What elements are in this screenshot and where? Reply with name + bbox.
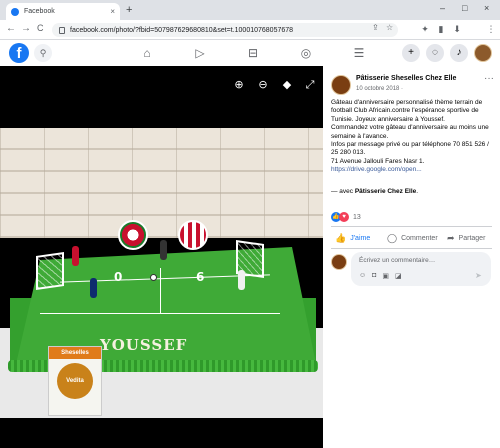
thumbs-up-icon: 👍 [335,232,347,243]
home-icon[interactable]: ⌂ [139,46,155,60]
share-arrow-icon: ➦ [447,232,455,243]
browser-menu-icon[interactable]: ⋮ [486,24,496,34]
reload-button[interactable]: C [37,23,44,33]
more-options-icon[interactable]: ··· [484,73,494,84]
left-goal [36,252,64,290]
comment-placeholder: Écrivez un commentaire… [359,257,436,264]
camera-icon[interactable]: ◘ [372,272,376,280]
side-panel-icon[interactable]: ▮ [436,24,446,34]
facebook-favicon-icon [11,7,19,16]
share-icon[interactable]: ⇪ [372,23,379,32]
page-avatar[interactable] [331,75,351,95]
score-right: 6 [196,270,205,284]
emoji-icon[interactable]: ☺ [359,272,366,280]
groups-icon[interactable]: ◎ [298,46,314,60]
search-icon[interactable]: ⚲ [34,44,52,62]
create-icon[interactable]: + [402,44,420,62]
sticker-icon[interactable]: ◪ [395,272,402,280]
with-tag: — avec Pâtisserie Chez Elle. [331,188,419,195]
gif-icon[interactable]: ▣ [382,272,389,280]
menu-icon[interactable]: ☰ [351,46,367,60]
description-line: Commandez votre gâteau d'anniversaire au… [331,124,489,140]
share-button[interactable]: ➦ Partager [447,232,485,244]
facebook-logo[interactable]: f [9,43,29,63]
zoom-in-icon[interactable]: ⊕ [232,78,246,92]
post-description: Gâteau d'anniversaire personnalisé thème… [331,99,496,175]
flour-package: Sheselles Vedita [48,346,102,416]
comment-button[interactable]: ◯ Commenter [387,232,438,244]
messenger-icon[interactable]: ◌ [426,44,444,62]
marketplace-icon[interactable]: ⊟ [245,46,261,60]
score-left: 0 [114,270,123,284]
tab-title: Facebook [24,8,55,15]
commenter-avatar [331,254,347,270]
tagged-page-link[interactable]: Pâtisserie Chez Elle [355,188,416,195]
lock-icon [59,26,65,34]
forward-button[interactable]: → [21,23,31,34]
player-figure [72,246,79,266]
description-line: 71 Avenue Jallouli Fares Nasr 1. [331,157,425,165]
flour-brand-badge: Vedita [57,363,93,399]
page-name-link[interactable]: Pâtisserie Sheselles Chez Elle [356,75,456,82]
back-button[interactable]: ← [6,23,16,34]
reaction-count: 13 [353,213,361,221]
notifications-icon[interactable]: ♪ [450,44,468,62]
player-figure [160,240,167,260]
zoom-out-icon[interactable]: ⊖ [256,78,270,92]
send-icon[interactable]: ➤ [475,271,482,280]
comment-input[interactable]: Écrivez un commentaire… ☺ ◘ ▣ ◪ ➤ [351,252,491,286]
description-line: Infos par message privé ou par téléphone… [331,141,489,157]
reactions-summary[interactable]: 👍 ♥ 13 [331,212,361,222]
account-avatar[interactable] [474,44,492,62]
post-date[interactable]: 10 octobre 2018 · [356,86,403,92]
divider [331,248,492,249]
tag-icon[interactable]: ◆ [280,78,294,92]
player-figure [90,278,97,298]
club-emblem-right [178,220,208,250]
player-figure [238,270,245,290]
facebook-header: f ⚲ ⌂ ▷ ⊟ ◎ ☰ + ◌ ♪ [0,40,500,66]
minimize-button[interactable]: – [440,3,445,13]
tab-close-icon[interactable]: × [110,7,115,16]
comment-tools: ☺ ◘ ▣ ◪ [359,272,402,280]
post-info-panel: Pâtisserie Sheselles Chez Elle 10 octobr… [323,66,500,448]
browser-tab-bar: Facebook × + – □ × [0,0,500,20]
club-emblem-left [118,220,148,250]
comment-icon: ◯ [387,232,398,243]
browser-tab[interactable]: Facebook × [6,3,120,20]
cake-photo: 0 6 YOUSSEF Sheselles Vedita [0,128,323,418]
extensions-icon[interactable]: ✦ [420,24,430,34]
url-text: facebook.com/photo/?fbid=507987629680810… [70,26,294,34]
love-reaction-icon: ♥ [339,212,349,222]
address-bar[interactable]: facebook.com/photo/?fbid=507987629680810… [52,23,398,37]
drive-link[interactable]: https://drive.google.com/open... [331,166,496,174]
description-line: Gâteau d'anniversaire personnalisé thème… [331,99,483,123]
fullscreen-icon[interactable]: ⤢ [303,78,317,92]
maximize-button[interactable]: □ [462,3,467,13]
close-window-button[interactable]: × [484,3,489,13]
download-icon[interactable]: ⬇ [452,24,462,34]
new-tab-button[interactable]: + [126,4,132,16]
browser-toolbar: ← → C facebook.com/photo/?fbid=507987629… [0,20,500,56]
like-button[interactable]: 👍 J'aime [335,232,370,244]
watch-icon[interactable]: ▷ [192,46,208,60]
soccer-ball [150,274,157,281]
bookmark-star-icon[interactable]: ☆ [386,23,393,32]
photo-viewer: ⊕ ⊖ ◆ ⤢ 0 6 YOUSSEF Sheselles Vedita [0,66,323,448]
cake-name-text: YOUSSEF [100,336,188,354]
divider [331,226,492,227]
